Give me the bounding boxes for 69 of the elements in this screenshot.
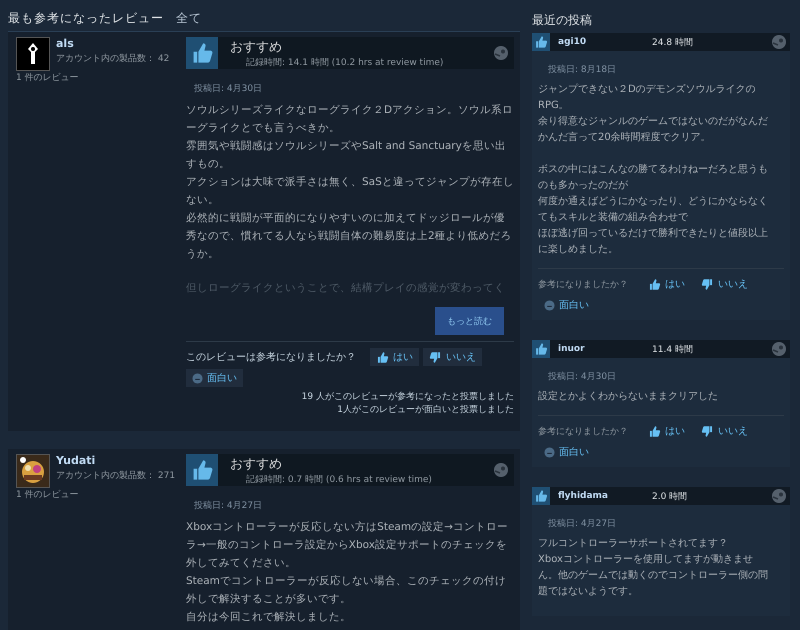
review-text: 自分は今回これで解決しました。 (186, 610, 352, 625)
recommendation-title: おすすめ (230, 456, 283, 472)
yes-button[interactable]: はい (642, 422, 691, 440)
no-button[interactable]: いいえ (695, 422, 754, 440)
author-name[interactable]: als (56, 37, 180, 50)
user-name[interactable]: inuor (558, 344, 644, 354)
user-name[interactable]: agi10 (558, 37, 644, 47)
playtime-text: 記録時間: 14.1 時間 (10.2 hrs at review time) (245, 56, 444, 68)
post-text: ジャンプできない２DのデモンズソウルライクのRPG。 (538, 82, 757, 113)
yes-button[interactable]: はい (370, 348, 419, 366)
helpful-question: 参考になりましたか？ (538, 278, 628, 290)
read-more-button[interactable]: もっと読む (435, 307, 504, 335)
posted-date: 投稿日: 4月30日 (547, 370, 618, 384)
funny-button[interactable]: 面白い (186, 369, 243, 387)
review-count[interactable]: 1 件のレビュー (16, 71, 186, 85)
post-text: ボスの中にはこんなの勝てるわけねーだろと思うものも多かったのだが (538, 162, 769, 193)
user-name[interactable]: flyhidama (558, 491, 644, 501)
faded-text: 但しローグライクということで、結構プレイの感覚が変わってく (186, 281, 506, 296)
filter-link[interactable]: 全て (176, 10, 202, 27)
thumbs-down-icon (701, 278, 714, 290)
post-text: Xboxコントローラーを使用してますが動きません。他のゲームでは動くのでコントローラー側の問題ではないようです。 (538, 553, 769, 599)
circle-logo-icon (494, 463, 508, 477)
thumbs-up-icon (648, 424, 661, 438)
hours-text: 11.4 時間 (652, 344, 694, 356)
funny-button[interactable]: 面白い (538, 443, 595, 461)
thumbs-up-icon (376, 350, 389, 364)
posted-date: 投稿日: 4月27日 (547, 518, 618, 531)
vote-count-text: 1人がこのレビューが面白いと投票しました (336, 404, 514, 417)
helpful-question: 参考になりましたか？ (538, 426, 628, 438)
product-count: アカウント内の製品数： 42 (56, 52, 170, 66)
review-count[interactable]: 1 件のレビュー (16, 488, 186, 502)
post-text: フルコントローラーサポートされてます？ (538, 537, 729, 551)
smiley-icon (544, 446, 555, 458)
no-button[interactable]: いいえ (695, 275, 754, 293)
post-text: 設定とかよくわからないままクリアした (538, 390, 719, 404)
vote-count-text: 19 人がこのレビューが参考になったと投票しました (300, 391, 514, 404)
post-text: 何度か通えばどうにかなったり、どうにかならなくてもスキルと装備の組み合わせで (538, 194, 769, 225)
funny-button[interactable]: 面白い (538, 296, 595, 314)
thumbs-down-icon (429, 350, 442, 364)
recommendation-title: おすすめ (230, 38, 283, 56)
review-text: アクションは大味で派手さは無く、SaSと違ってジャンプが存在しない。 (186, 175, 514, 208)
product-count: アカウント内の製品数： 271 (56, 470, 176, 483)
review-text: Xboxコントローラーが反応しない方はSteamの設定→コントローラ→一般のコントローラ設定からXbox設定サポートのチェックを外してみてください。 (186, 520, 509, 571)
helpful-question: このレビューは参考になりましたか？ (186, 350, 356, 364)
posted-date: 投稿日: 4月30日 (193, 82, 264, 96)
review-text: Steamでコントローラーが反応しない場合、このチェックの付け外しで解決することが多いです。 (186, 574, 507, 607)
playtime-text: 記録時間: 0.7 時間 (0.6 hrs at review time) (245, 474, 433, 486)
no-button[interactable]: いいえ (423, 348, 482, 366)
review-text: 雰囲気や戦闘感はソウルシリーズやSalt and Sanctuaryを思い出すもの。 (186, 139, 507, 172)
post-text: ほぼ逃げ回っているだけで勝利できたりと値段以上に楽しめました。 (538, 226, 769, 257)
smiley-icon (544, 300, 555, 310)
circle-logo-icon (772, 342, 786, 356)
review-text: ソウルシリーズライクなローグライク２Dアクション。ソウル系ローグライクとでも言うべきか。 (186, 103, 514, 136)
review-text: 必然的に戦闘が平面的になりやすいのに加えてドッジロールが優秀なので、慣れてる人なら戦闘自体の難易度は上2種より低めだろうか。 (186, 211, 513, 262)
hours-text: 24.8 時間 (652, 36, 694, 48)
thumbs-down-icon (701, 424, 714, 438)
author-name[interactable]: Yudati (56, 454, 180, 467)
posted-date: 投稿日: 4月27日 (193, 500, 264, 513)
recent-title: 最近の投稿 (532, 12, 593, 29)
hours-text: 2.0 時間 (652, 490, 688, 502)
post-text: 余り得意なジャンルのゲームではないのだがなんだかんだ言って20余時間程度でクリア。 (538, 114, 769, 145)
section-title: 最も参考になったレビュー (8, 10, 164, 27)
circle-logo-icon (494, 46, 508, 60)
circle-logo-icon (772, 489, 786, 503)
smiley-icon (192, 372, 203, 384)
circle-logo-icon (772, 35, 786, 49)
yes-button[interactable]: はい (642, 275, 691, 293)
posted-date: 投稿日: 8月18日 (547, 64, 618, 77)
thumbs-up-icon (648, 278, 661, 290)
